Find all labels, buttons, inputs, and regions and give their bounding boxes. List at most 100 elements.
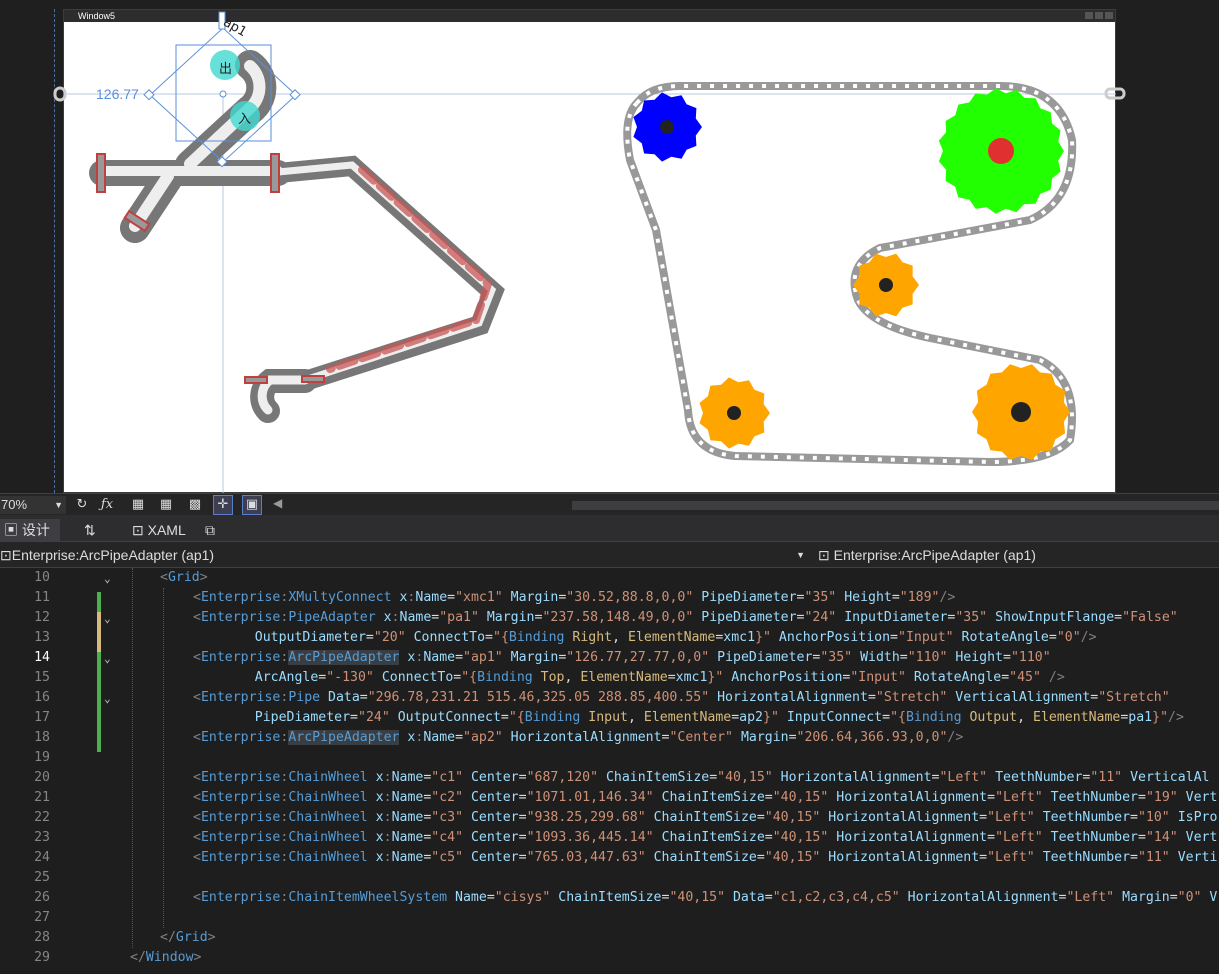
fold-chevron-icon[interactable]: ⌄ xyxy=(104,572,111,585)
refresh-icon[interactable]: ↻ xyxy=(73,496,91,514)
code-token: PipeAdapter xyxy=(288,610,376,625)
code-token: Binding xyxy=(508,630,565,645)
code-token: V xyxy=(1201,890,1218,905)
scroll-left-icon[interactable]: ◀ xyxy=(273,496,282,510)
code-line[interactable]: OutputDiameter="20" ConnectTo="{Binding … xyxy=(223,630,1097,645)
change-marker xyxy=(97,652,101,752)
code-token: }" xyxy=(707,670,724,685)
code-token: Margin xyxy=(478,610,535,625)
code-token: < xyxy=(193,690,201,705)
code-token: Data xyxy=(320,690,360,705)
horizontal-scrollbar[interactable] xyxy=(572,501,1219,510)
line-number: 16 xyxy=(34,690,50,705)
code-line[interactable]: <Enterprise:ChainWheel x:Name="c3" Cente… xyxy=(193,810,1217,825)
xaml-editor[interactable]: 10 <Grid> 11 <Enterprise:XMultyConnect x:Na… xyxy=(0,568,1219,974)
pipe-network[interactable] xyxy=(89,50,505,423)
zoom-select[interactable]: 70% ▼ xyxy=(0,496,66,514)
code-token: < xyxy=(193,650,201,665)
code-token: ArcAngle xyxy=(223,670,319,685)
code-token: "126.77,27.77,0,0" xyxy=(566,650,710,665)
code-token: : xyxy=(383,830,392,845)
swap-panes-button[interactable]: ⇅ xyxy=(84,519,96,541)
code-token: "938.25,299.68" xyxy=(526,810,646,825)
code-line[interactable]: <Grid> xyxy=(160,570,208,585)
code-token: Enterprise xyxy=(200,790,281,805)
code-token: < xyxy=(193,810,201,825)
code-line[interactable]: <Enterprise:ChainItemWheelSystem Name="c… xyxy=(193,890,1217,905)
code-token: Pipe xyxy=(288,690,321,705)
project-code-icon[interactable]: ▣ xyxy=(242,495,262,515)
code-token: "{ xyxy=(508,710,525,725)
code-token: = xyxy=(1130,850,1138,865)
design-icon: ▣ xyxy=(4,522,22,538)
code-token: : xyxy=(383,810,392,825)
wheel-hub-c1 xyxy=(660,120,674,134)
code-token: Name xyxy=(399,610,432,625)
line-number: 11 xyxy=(34,590,50,605)
toggle-artboard-icon[interactable]: ▩ xyxy=(186,496,204,514)
code-line[interactable]: ArcAngle = "-130" ConnectTo = "{Binding Top,… xyxy=(223,670,1065,685)
code-line[interactable]: <Enterprise:PipeAdapter x:Name="pa1" Mar… xyxy=(193,610,1178,625)
code-token: : xyxy=(391,610,400,625)
code-token: /> xyxy=(939,590,956,605)
code-token: Center xyxy=(463,790,519,805)
code-token: Enterprise xyxy=(200,810,281,825)
code-token: > xyxy=(199,570,208,585)
code-token: , xyxy=(627,710,644,725)
code-line[interactable]: <Enterprise:ChainWheel x:Name="c5" Cente… xyxy=(193,850,1217,865)
code-line[interactable]: </Window> xyxy=(130,950,201,965)
code-line[interactable]: <Enterprise:Pipe Data="296.78,231.21 515… xyxy=(193,690,1170,705)
code-token: = xyxy=(485,630,493,645)
code-token: Name xyxy=(423,730,456,745)
code-line[interactable]: <Enterprise:ChainWheel x:Name="c2" Cente… xyxy=(193,790,1217,805)
tab-design[interactable]: ▣ 设计 xyxy=(0,519,60,541)
code-token: ElementName xyxy=(628,630,716,645)
popout-icon[interactable]: ⧉ xyxy=(205,519,215,541)
code-token: < xyxy=(193,610,201,625)
code-token: = xyxy=(455,730,464,745)
code-token: "xmc1" xyxy=(455,590,503,605)
element-selector-left[interactable]: ⊡Enterprise:ArcPipeAdapter (ap1) ▼ xyxy=(0,545,808,565)
code-token: x xyxy=(367,790,384,805)
code-token: "110" xyxy=(1010,650,1051,665)
code-token: "40,15" xyxy=(717,770,773,785)
code-token: x xyxy=(375,610,392,625)
code-token: "c1,c2,c3,c4,c5" xyxy=(772,890,900,905)
margin-label: 126.77 xyxy=(96,86,139,102)
code-line[interactable]: PipeDiameter="24" OutputConnect="{Bindin… xyxy=(223,710,1184,725)
wheel-hub-c3 xyxy=(879,278,893,292)
snap-lines-icon[interactable]: ✛ xyxy=(213,495,233,515)
code-line[interactable]: <Enterprise:ArcPipeAdapter x:Name="ap2" … xyxy=(193,730,963,745)
navigation-bar: ⊡Enterprise:ArcPipeAdapter (ap1) ▼ ⊡ Ente… xyxy=(0,542,1219,568)
code-line[interactable]: <Enterprise:XMultyConnect x:Name="xmc1" … xyxy=(193,590,955,605)
code-token: "Left" xyxy=(995,830,1043,845)
code-token: Input xyxy=(580,710,628,725)
code-token: ChainWheel xyxy=(288,850,368,865)
tab-xaml[interactable]: ⊡ XAML xyxy=(132,519,186,541)
code-token: = xyxy=(979,850,988,865)
fold-chevron-icon[interactable]: ⌄ xyxy=(104,612,111,625)
code-line[interactable]: <Enterprise:ChainWheel x:Name="c1" Cente… xyxy=(193,770,1209,785)
code-line[interactable]: </Grid> xyxy=(160,930,216,945)
element-selector-right[interactable]: ⊡ Enterprise:ArcPipeAdapter (ap1) xyxy=(818,545,1036,565)
code-token: Margin xyxy=(502,650,559,665)
design-surface[interactable]: Window5 出 入 ap1 126.77 xyxy=(0,0,1219,493)
code-token: < xyxy=(193,830,201,845)
fold-chevron-icon[interactable]: ⌄ xyxy=(104,652,111,665)
code-token: x xyxy=(391,590,408,605)
grid-icon[interactable]: ▦ xyxy=(129,496,147,514)
code-line[interactable]: <Enterprise:ArcPipeAdapter x:Name="ap1" … xyxy=(193,650,1051,665)
snap-grid-icon[interactable]: ▦ xyxy=(157,496,175,514)
code-token: = xyxy=(518,850,527,865)
code-token: = xyxy=(764,830,773,845)
code-token: < xyxy=(193,770,201,785)
fx-icon[interactable]: ƒx xyxy=(98,496,116,514)
code-line[interactable]: <Enterprise:ChainWheel x:Name="c4" Cente… xyxy=(193,830,1217,845)
tab-design-label: 设计 xyxy=(21,522,50,538)
code-token: : xyxy=(383,850,392,865)
chain-wheel-c1 xyxy=(633,92,702,162)
fold-chevron-icon[interactable]: ⌄ xyxy=(104,692,111,705)
code-token: OutputConnect xyxy=(389,710,501,725)
code-token: Name xyxy=(391,850,424,865)
code-token: "237.58,148.49,0,0" xyxy=(542,610,694,625)
